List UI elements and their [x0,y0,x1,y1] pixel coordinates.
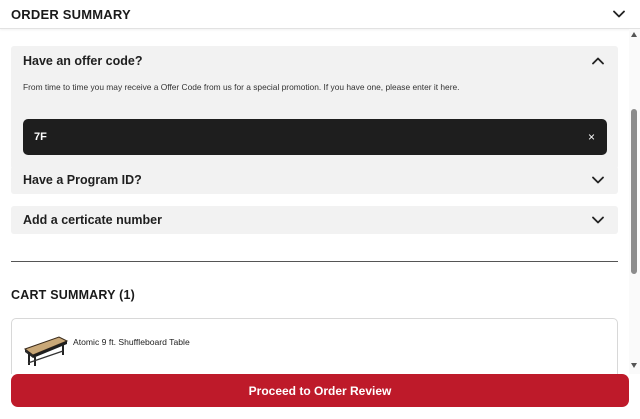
scrollbar-thumb[interactable] [631,109,637,274]
shuffleboard-table-image [23,331,69,367]
chevron-up-icon[interactable] [591,54,605,68]
scrollbar[interactable] [629,29,640,374]
certificate-header[interactable]: Add a certicate number [11,206,618,234]
scroll-up-icon[interactable] [631,32,637,37]
proceed-to-order-review-button[interactable]: Proceed to Order Review [11,374,629,407]
offer-code-field[interactable]: × [23,119,607,155]
scroll-down-icon[interactable] [631,363,637,368]
chevron-down-icon[interactable] [612,7,626,21]
chevron-down-icon[interactable] [591,173,605,187]
offer-code-header[interactable]: Have an offer code? [11,46,618,74]
offer-code-input[interactable] [34,131,554,143]
scroll-area: Have an offer code? From time to time yo… [0,29,628,374]
certificate-title: Add a certicate number [23,213,162,227]
offer-code-title: Have an offer code? [23,54,143,68]
chevron-down-icon[interactable] [591,213,605,227]
product-name[interactable]: Atomic 9 ft. Shuffleboard Table [73,337,190,347]
program-id-panel[interactable]: Have a Program ID? [11,166,618,194]
program-id-header[interactable]: Have a Program ID? [11,166,618,194]
cart-summary-title: CART SUMMARY (1) [11,288,136,302]
offer-code-description: From time to time you may receive a Offe… [23,82,460,92]
clear-icon[interactable]: × [588,131,595,143]
certificate-panel[interactable]: Add a certicate number [11,206,618,234]
divider [11,261,618,262]
order-summary-title: ORDER SUMMARY [11,6,131,22]
cart-item-card[interactable]: Atomic 9 ft. Shuffleboard Table [11,318,618,374]
order-summary-header[interactable]: ORDER SUMMARY [0,0,640,29]
offer-code-panel: Have an offer code? From time to time yo… [11,46,618,169]
program-id-title: Have a Program ID? [23,173,142,187]
